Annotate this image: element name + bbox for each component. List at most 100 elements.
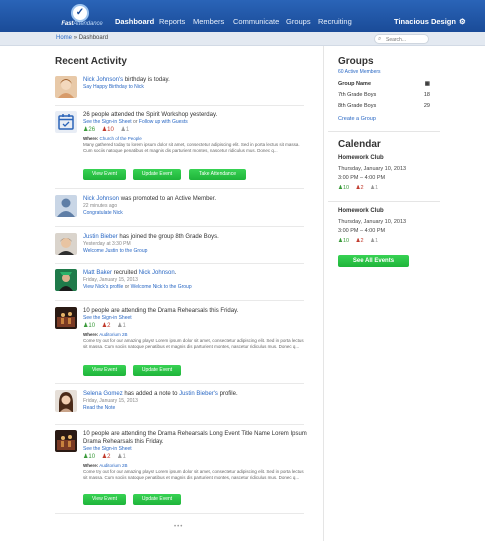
- divider: [55, 383, 304, 384]
- update-event-button[interactable]: Update Event: [133, 169, 181, 180]
- calendar-icon: [55, 111, 77, 133]
- top-navigation-bar: ✓ FastAttendance Dashboard Reports Membe…: [0, 0, 485, 32]
- breadcrumb-separator: »: [73, 35, 78, 41]
- activity-timestamp: 22 minutes ago: [83, 203, 118, 209]
- see-all-events-button[interactable]: See All Events: [338, 255, 409, 267]
- read-note-link[interactable]: Read the Note: [83, 405, 304, 412]
- activity-item-promotion: Nick Johnson was promoted to an Active M…: [55, 195, 304, 219]
- attendance-stats: ♟26 ♟10 ♟1: [83, 127, 130, 133]
- group-count: 29: [423, 103, 430, 109]
- account-name: Tinacious Design: [394, 17, 456, 26]
- view-event-button[interactable]: View Event: [83, 169, 126, 180]
- calendar-title: Calendar: [338, 139, 381, 150]
- logo-mark: ✓: [71, 4, 89, 22]
- group-count: 18: [423, 92, 430, 98]
- calendar-event-time: 3:00 PM – 4:00 PM: [338, 175, 386, 181]
- take-attendance-button[interactable]: Take Attendance: [189, 169, 246, 180]
- divider: [55, 300, 304, 301]
- avatar[interactable]: [55, 233, 77, 255]
- event-location: Where: Auditorium 2B: [83, 463, 128, 468]
- nav-item-dashboard[interactable]: Dashboard: [115, 17, 154, 26]
- activity-item-birthday: Nick Johnson's birthday is today. Say Ha…: [55, 76, 304, 100]
- activity-text: Nick Johnson was promoted to an Active M…: [83, 196, 217, 202]
- event-description: Come try out for our amazing plays! Lore…: [83, 469, 304, 480]
- sign-in-sheet-link[interactable]: See the Sign-in Sheet: [83, 119, 132, 125]
- avatar-placeholder[interactable]: [55, 195, 77, 217]
- activity-text: 10 people are attending the Drama Rehear…: [83, 308, 239, 314]
- nav-item-communicate[interactable]: Communicate: [233, 17, 279, 26]
- update-event-button[interactable]: Update Event: [133, 494, 181, 505]
- activity-item-note: Selena Gomez has added a note to Justin …: [55, 390, 304, 416]
- avatar[interactable]: [55, 390, 77, 412]
- group-name: 7th Grade Boys: [338, 92, 377, 98]
- event-image: [55, 307, 77, 329]
- event-description: Come try out for our amazing plays! Lore…: [83, 338, 304, 349]
- divider: [55, 424, 304, 425]
- app-logo[interactable]: ✓ FastAttendance: [55, 4, 109, 30]
- congratulate-link[interactable]: Congratulate Nick: [83, 210, 304, 217]
- group-row[interactable]: 8th Grade Boys 29: [338, 103, 430, 109]
- activity-item-event-long-title: 10 people are attending the Drama Rehear…: [55, 430, 307, 500]
- activity-text: Nick Johnson's birthday is today.: [83, 77, 170, 83]
- say-happy-birthday-link[interactable]: Say Happy Birthday to Nick: [83, 84, 304, 91]
- calendar-event-stats: ♟10 ♟2 ♟1: [338, 185, 379, 191]
- avatar[interactable]: [55, 76, 77, 98]
- nav-item-recruiting[interactable]: Recruiting: [318, 17, 352, 26]
- calendar-event-stats: ♟10 ♟2 ♟1: [338, 238, 379, 244]
- attendance-stats: ♟10 ♟2 ♟1: [83, 454, 126, 460]
- view-event-button[interactable]: View Event: [83, 365, 126, 376]
- member-link[interactable]: Matt Baker: [83, 270, 112, 276]
- sign-in-sheet-link[interactable]: See the Sign-in Sheet: [83, 446, 304, 453]
- active-members-link[interactable]: 60 Active Members: [338, 69, 381, 76]
- activity-timestamp: Yesterday at 3:30 PM: [83, 241, 131, 247]
- breadcrumb: Home » Dashboard: [56, 35, 108, 41]
- member-link[interactable]: Nick Johnson: [83, 196, 119, 202]
- attendance-stats: ♟10 ♟2 ♟1: [83, 323, 126, 329]
- activity-text: Selena Gomez has added a note to Justin …: [83, 391, 238, 397]
- nav-item-members[interactable]: Members: [193, 17, 224, 26]
- member-link[interactable]: Nick Johnson: [139, 270, 175, 276]
- welcome-to-group-link[interactable]: Welcome Justin to the Group: [83, 248, 304, 255]
- location-link[interactable]: Auditorium 2B: [99, 463, 127, 468]
- account-menu[interactable]: Tinacious Design ⚙: [394, 17, 466, 26]
- activity-item-event-drama-rehearsals: 10 people are attending the Drama Rehear…: [55, 307, 304, 369]
- search-input[interactable]: [386, 36, 426, 43]
- search-box[interactable]: ⌕: [374, 34, 429, 44]
- location-link[interactable]: Church of the People: [100, 136, 142, 141]
- calendar-event-title[interactable]: Homework Club: [338, 208, 384, 214]
- calendar-event-title[interactable]: Homework Club: [338, 155, 384, 161]
- logo-wordmark: FastAttendance: [61, 21, 103, 27]
- event-image: [55, 430, 77, 452]
- sign-in-sheet-link[interactable]: See the Sign-in Sheet: [83, 315, 304, 322]
- activity-text-continued: Drama Rehearsals this Friday.: [83, 439, 164, 445]
- location-link[interactable]: Auditorium 2B: [99, 332, 127, 337]
- breadcrumb-current: Dashboard: [78, 35, 109, 41]
- breadcrumb-home-link[interactable]: Home: [56, 35, 72, 41]
- load-more-indicator[interactable]: •••: [174, 524, 183, 530]
- create-group-link[interactable]: Create a Group: [338, 116, 376, 123]
- view-event-button[interactable]: View Event: [83, 494, 126, 505]
- divider: [55, 226, 304, 227]
- group-name: 8th Grade Boys: [338, 103, 377, 109]
- view-profile-link[interactable]: View Nick's profile: [83, 284, 123, 290]
- nav-item-groups[interactable]: Groups: [286, 17, 311, 26]
- activity-text: 10 people are attending the Drama Rehear…: [83, 431, 307, 437]
- member-link[interactable]: Justin Bieber: [83, 234, 118, 240]
- member-link[interactable]: Nick Johnson's: [83, 77, 123, 83]
- welcome-to-group-link[interactable]: Welcome Nick to the Group: [131, 284, 192, 290]
- nav-item-reports[interactable]: Reports: [159, 17, 185, 26]
- activity-links: See the Sign-in Sheet or Follow up with …: [83, 119, 188, 125]
- group-row[interactable]: 7th Grade Boys 18: [338, 92, 430, 98]
- event-description: Many gathered today to lorem ipsum dolor…: [83, 142, 300, 153]
- activity-text: 26 people attended the Spirit Workshop y…: [83, 112, 218, 118]
- update-event-button[interactable]: Update Event: [133, 365, 181, 376]
- activity-text: Justin Bieber has joined the group 8th G…: [83, 234, 219, 240]
- member-link[interactable]: Justin Bieber's: [179, 391, 218, 397]
- calendar-event-time: 3:00 PM – 4:00 PM: [338, 228, 386, 234]
- avatar[interactable]: [55, 269, 77, 291]
- divider: [55, 263, 304, 264]
- member-link[interactable]: Selena Gomez: [83, 391, 123, 397]
- follow-up-guests-link[interactable]: Follow up with Guests: [139, 119, 188, 125]
- calendar-event-date: Thursday, January 10, 2013: [338, 219, 407, 225]
- sidebar-divider: [328, 201, 440, 202]
